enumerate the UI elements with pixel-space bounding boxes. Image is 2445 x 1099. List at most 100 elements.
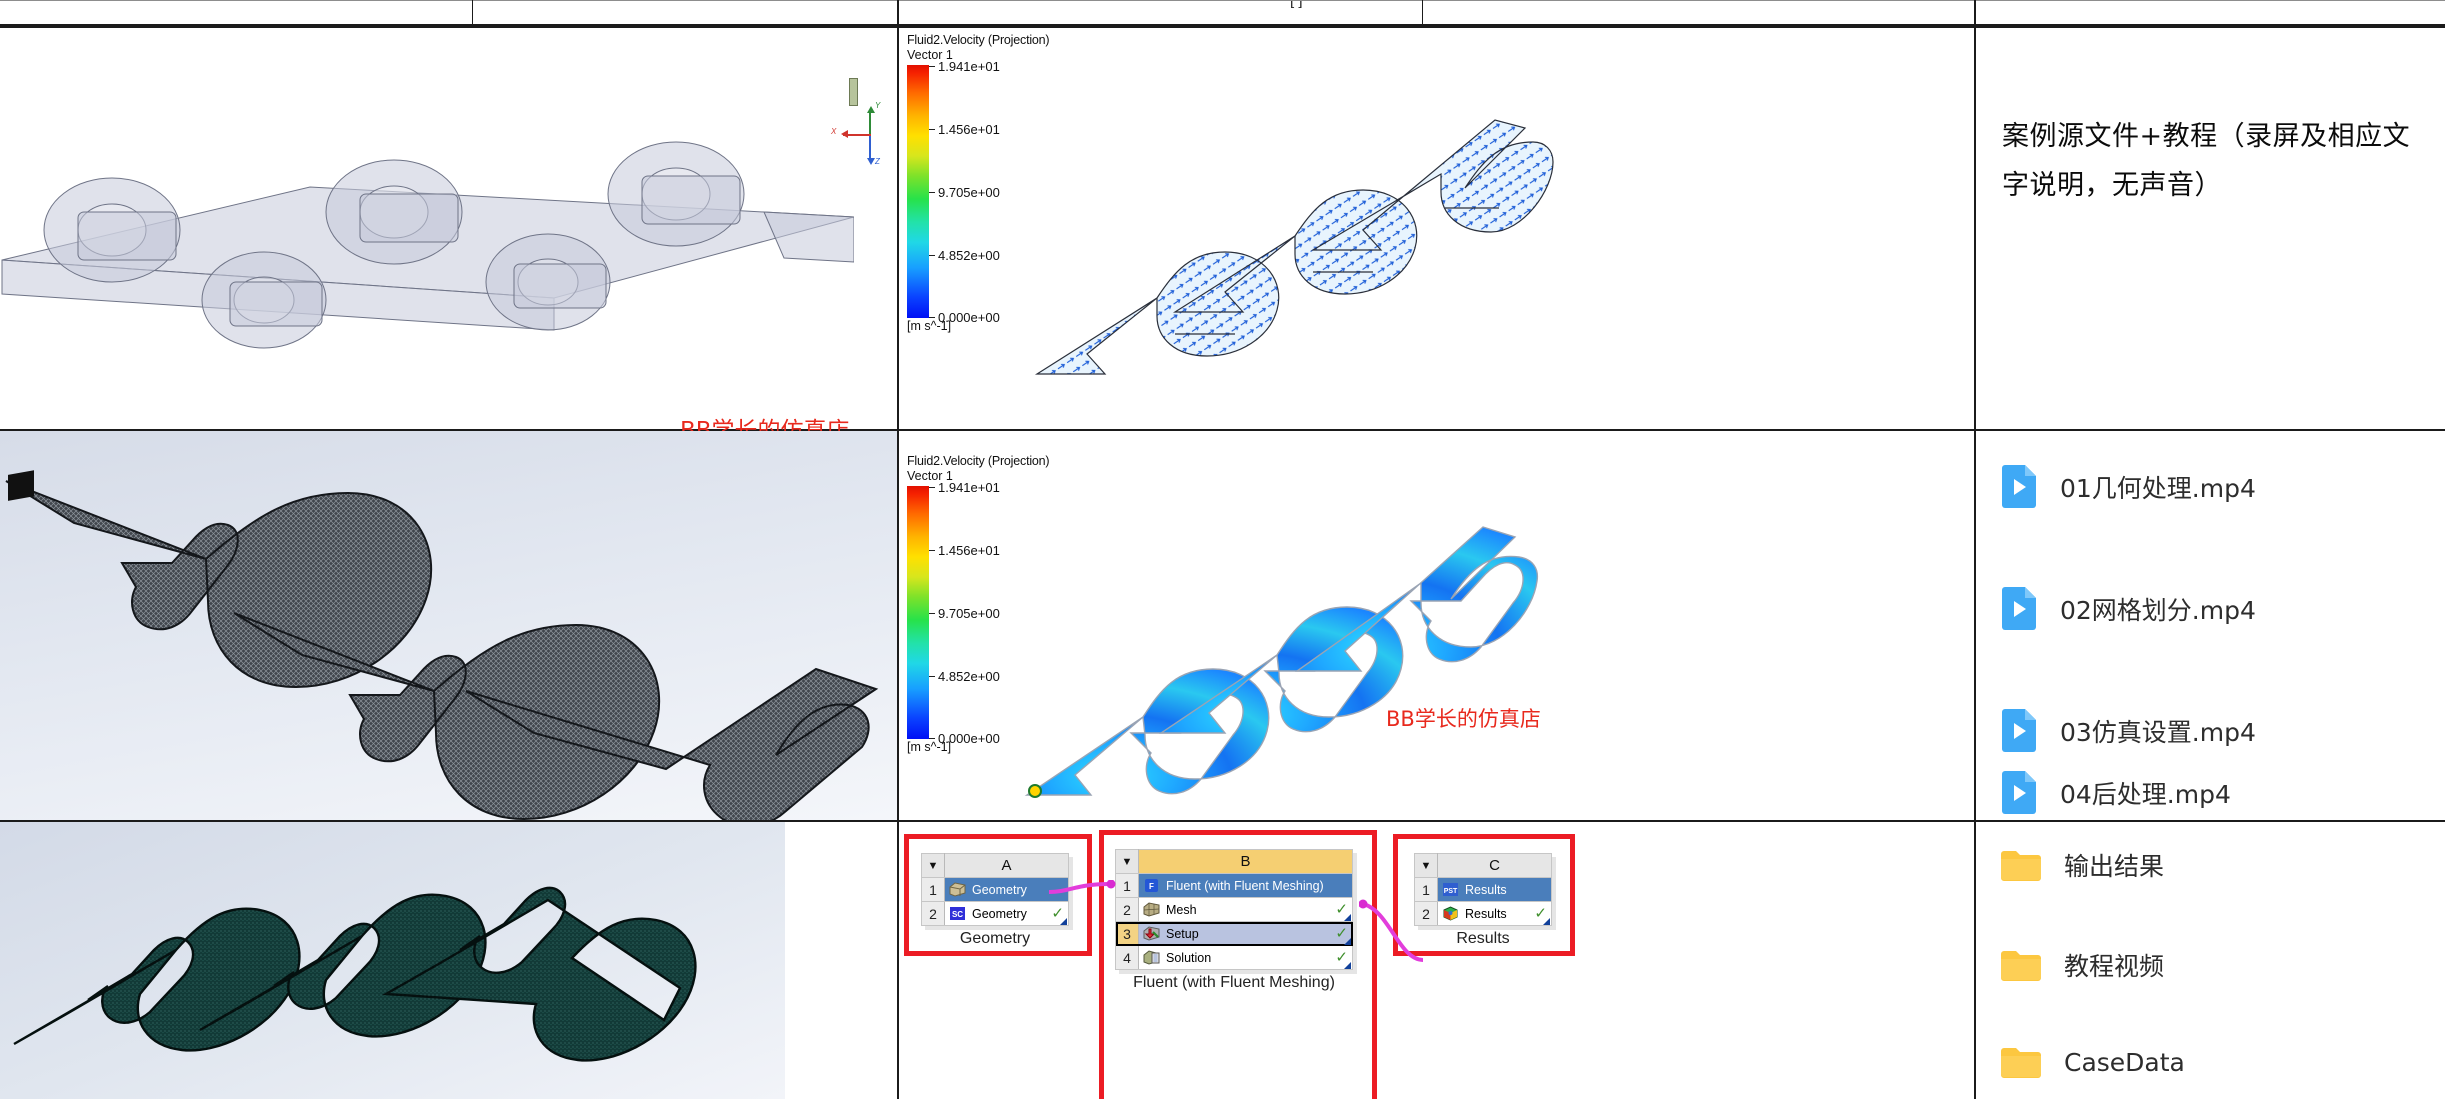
system-caption-c: Results: [1456, 930, 1510, 947]
column-collapse-arrow[interactable]: ▼: [921, 853, 945, 878]
row-number: 1: [1115, 873, 1139, 898]
axis-label-y: Y: [875, 101, 881, 110]
legend-tick-0: 1.941e+01: [938, 58, 1000, 74]
fluid-domain-geometry: [1, 141, 854, 349]
cell-r3c3-folder-list: 输出结果 教程视频 CaseData: [1976, 822, 2445, 1099]
cell-label: Results: [1465, 882, 1507, 897]
legend-tick-3: 4.852e+00: [938, 247, 1000, 263]
workbench-system-c: ▼ C 1 PST Results 2 Results ✓ Results: [1414, 853, 1552, 948]
solid-geometry: [13, 886, 697, 1062]
cell-label: Fluent (with Fluent Meshing): [1166, 878, 1324, 893]
list-item-label: 教程视频: [2064, 952, 2165, 981]
column-header-c[interactable]: C: [1437, 853, 1552, 878]
legend2-tick-0: 1.941e+01: [938, 479, 1000, 495]
list-item-folder-1[interactable]: 输出结果: [2000, 847, 2164, 883]
viewport-velocity-contour[interactable]: Fluid2.Velocity (Projection) Vector 1 1.…: [899, 431, 1973, 820]
deliverable-description: 案例源文件+教程（录屏及相应文字说明，无声音）: [2002, 121, 2411, 201]
legend-title-2: Fluid2.Velocity (Projection): [907, 454, 1050, 468]
list-item-video-3[interactable]: 03仿真设置.mp4: [2000, 709, 2256, 753]
axis-label-z: Z: [875, 157, 880, 166]
cell-r1c2-vector-plot: Fluid2.Velocity (Projection) Vector 1 1.…: [899, 28, 1973, 429]
cell-r1c1-cad-view: X Y Z: [0, 28, 897, 429]
table-row[interactable]: 2 Results ✓: [1414, 901, 1552, 926]
legend-tick-1: 1.456e+01: [938, 121, 1000, 137]
solution-icon: [1143, 950, 1160, 965]
description-pane: 案例源文件+教程（录屏及相应文字说明，无声音）: [1976, 28, 2445, 429]
list-item-label: 输出结果: [2064, 852, 2165, 881]
viewport-fluid-domain[interactable]: X Y Z: [0, 28, 897, 429]
viewport-solid-model[interactable]: [0, 822, 897, 1099]
table-row[interactable]: 1 PST Results: [1414, 877, 1552, 902]
list-item-folder-3[interactable]: CaseData: [2000, 1045, 2185, 1079]
table-row[interactable]: 3 Setup ✓: [1115, 921, 1353, 946]
cell-r3c1-solid-view: [0, 822, 897, 1099]
list-item-video-2[interactable]: 02网格划分.mp4: [2000, 587, 2256, 631]
cell-label: Results: [1465, 906, 1507, 921]
cell-label: Setup: [1166, 926, 1199, 941]
row-number: 2: [1115, 897, 1139, 922]
folder-icon: [2000, 848, 2042, 882]
cell-label: Geometry: [972, 906, 1027, 921]
table-row[interactable]: 4 Solution ✓: [1115, 945, 1353, 970]
list-item-label: 03仿真设置.mp4: [2060, 718, 2256, 747]
legend-tick-2: 9.705e+00: [938, 184, 1000, 200]
folder-icon: [2000, 948, 2042, 982]
system-caption-b: Fluent (with Fluent Meshing): [1133, 974, 1335, 991]
workbench-table-b[interactable]: ▼ B 1 F Fluent (with Fluent Meshing) 2 M…: [1115, 849, 1353, 970]
cell-corner-marker: [1344, 938, 1351, 945]
cell-corner-marker: [1344, 914, 1351, 921]
cell-r3c2-workbench-schematic: ▼ A 1 Geometry 2 SC Geometry ✓ Geometry …: [899, 822, 1973, 1099]
setup-icon: [1143, 926, 1160, 941]
table-row[interactable]: 2 Mesh ✓: [1115, 897, 1353, 922]
svg-text:PST: PST: [1444, 888, 1458, 895]
results-cube-icon: [1442, 906, 1459, 921]
list-item-video-1[interactable]: 01几何处理.mp4: [2000, 465, 2256, 509]
velocity-vector-field: [1034, 119, 1554, 375]
viewport-velocity-vectors[interactable]: Fluid2.Velocity (Projection) Vector 1 1.…: [899, 28, 1973, 429]
system-caption-a: Geometry: [959, 930, 1031, 947]
list-item-label: 01几何处理.mp4: [2060, 474, 2256, 503]
row-number: 4: [1115, 945, 1139, 970]
list-item-label: CaseData: [2064, 1047, 2185, 1077]
row-number: 3: [1115, 921, 1139, 946]
column-header-a[interactable]: A: [944, 853, 1069, 878]
cell-corner-marker: [1543, 918, 1550, 925]
axis-triad-icon: X Y Z: [825, 78, 885, 166]
legend2-tick-4: 0.000e+00: [938, 730, 1000, 746]
cfd-post-icon: PST: [1442, 882, 1459, 897]
cell-r2c3-video-list: 01几何处理.mp4 02网格划分.mp4 03仿真设置.mp4 04后处理.m…: [1976, 431, 2445, 820]
workbench-table-c[interactable]: ▼ C 1 PST Results 2 Results ✓: [1414, 853, 1552, 926]
mp4-file-icon: [2000, 771, 2038, 815]
list-item-folder-2[interactable]: 教程视频: [2000, 947, 2164, 983]
table-row[interactable]: 2 SC Geometry ✓: [921, 901, 1069, 926]
watermark-row2: BB学长的仿真店: [1386, 707, 1541, 731]
cell-label: Solution: [1166, 950, 1212, 965]
geometry-cell-icon: [949, 882, 966, 897]
legend2-tick-3: 4.852e+00: [938, 668, 1000, 684]
fluent-icon: F: [1143, 878, 1160, 893]
legend-tick-4: 0.000e+00: [938, 309, 1000, 325]
product-spec-sheet: [ ]: [0, 0, 2445, 1099]
cell-r1c3-description: 案例源文件+教程（录屏及相应文字说明，无声音）: [1976, 28, 2445, 429]
workbench-project-schematic: ▼ A 1 Geometry 2 SC Geometry ✓ Geometry …: [899, 822, 1973, 1099]
legend2-tick-2: 9.705e+00: [938, 605, 1000, 621]
mp4-file-icon: [2000, 709, 2038, 753]
row-number: 2: [921, 901, 945, 926]
legend2-tick-1: 1.456e+01: [938, 542, 1000, 558]
cell-r2c1-mesh-view: [0, 431, 897, 820]
table-row[interactable]: 1 F Fluent (with Fluent Meshing): [1115, 873, 1353, 898]
spaceclaim-icon: SC: [949, 906, 966, 921]
list-item-label: 04后处理.mp4: [2060, 780, 2231, 809]
velocity-contour-field: [1024, 526, 1539, 798]
column-collapse-arrow[interactable]: ▼: [1414, 853, 1438, 878]
viewport-mesh[interactable]: [0, 431, 897, 820]
row-number: 1: [921, 877, 945, 902]
legend-title: Fluid2.Velocity (Projection): [907, 33, 1050, 47]
connector-solution-to-results: [1359, 899, 1424, 962]
svg-text:SC: SC: [952, 910, 963, 919]
column-collapse-arrow[interactable]: ▼: [1115, 849, 1139, 874]
cell-corner-marker: [1060, 918, 1067, 925]
column-header-b[interactable]: B: [1138, 849, 1353, 874]
mesh-icon: [1143, 902, 1160, 917]
list-item-video-4[interactable]: 04后处理.mp4: [2000, 771, 2231, 815]
